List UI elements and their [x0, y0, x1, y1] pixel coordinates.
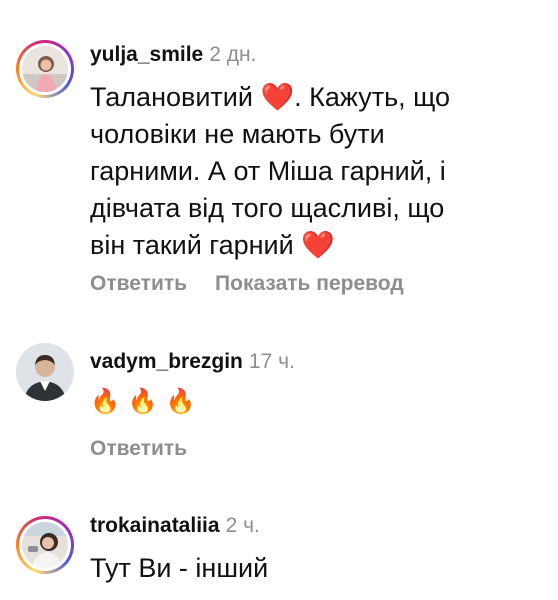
- timestamp: 17 ч.: [248, 350, 295, 373]
- username[interactable]: yulja_smile: [90, 43, 203, 66]
- profile-photo-icon: [16, 343, 74, 401]
- comment-header: yulja_smile 2 дн.: [90, 42, 256, 68]
- comment-actions: Ответить: [90, 436, 187, 462]
- heart-emoji-icon: ❤️: [301, 230, 335, 260]
- timestamp: 2 дн.: [209, 43, 257, 66]
- username[interactable]: vadym_brezgin: [90, 350, 243, 373]
- comment-text: 🔥🔥🔥: [90, 388, 204, 415]
- avatar[interactable]: [16, 516, 74, 574]
- reply-button[interactable]: Ответить: [90, 437, 187, 460]
- profile-photo-icon: [22, 522, 68, 568]
- avatar[interactable]: [16, 40, 74, 98]
- show-translation-button[interactable]: Показать перевод: [215, 272, 404, 295]
- comment-text: Талановитий ❤️. Кажуть, що чоловіки не м…: [90, 82, 451, 260]
- comment-actions: Ответить Показать перевод: [90, 271, 404, 297]
- reply-button[interactable]: Ответить: [90, 272, 187, 295]
- heart-emoji-icon: ❤️: [260, 82, 295, 112]
- comment-header: vadym_brezgin 17 ч.: [90, 349, 295, 375]
- avatar[interactable]: [16, 343, 74, 401]
- comment-text: Тут Ви - інший: [90, 553, 269, 583]
- comment-header: trokainataliia 2 ч.: [90, 513, 260, 539]
- username[interactable]: trokainataliia: [90, 514, 220, 537]
- timestamp: 2 ч.: [225, 514, 260, 537]
- profile-photo-icon: [22, 46, 68, 92]
